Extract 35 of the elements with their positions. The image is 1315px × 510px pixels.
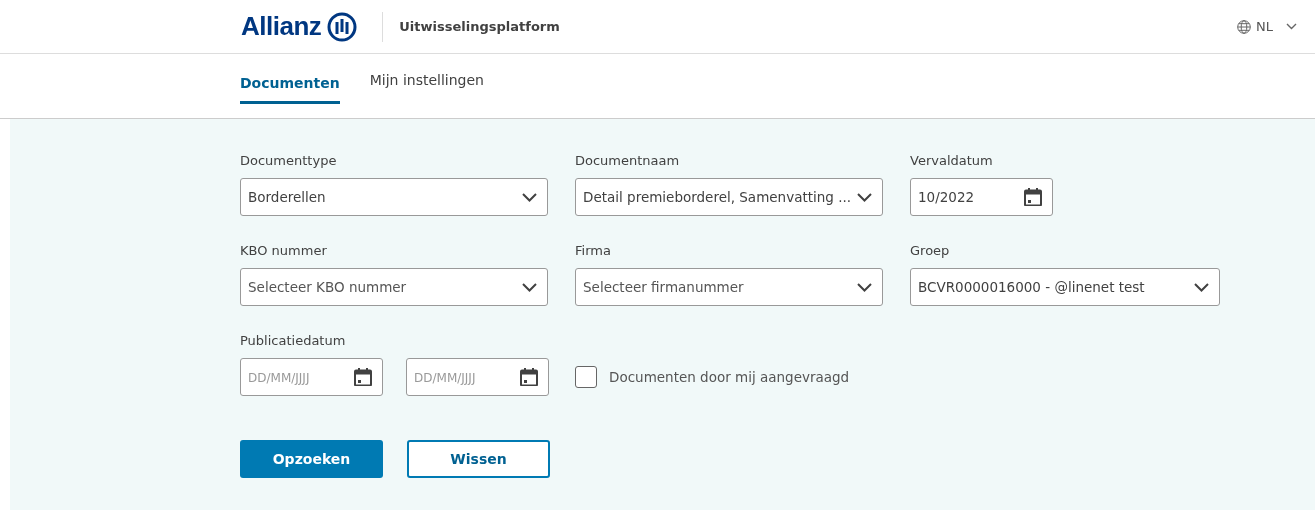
tab[interactable]: Mijn instellingen [369,72,484,104]
caret-icon [857,282,872,292]
date-field[interactable]: DD/MM/JJJJ [406,358,549,396]
app-title: Uitwisselingsplatform [399,19,560,34]
field-label: Vervaldatum [910,153,994,170]
calendar-icon [1024,188,1042,206]
date-field[interactable]: DD/MM/JJJJ [240,358,383,396]
calendar-icon [354,368,372,386]
tab[interactable]: Documenten [240,75,340,104]
dropdown[interactable]: Selecteer KBO nummer [240,268,548,306]
logo-icon [327,11,358,42]
calendar-icon [520,368,538,386]
date-field[interactable]: 10/2022 [910,178,1053,216]
language-selector[interactable]: NL [1237,19,1297,34]
field-label: Documentnaam [575,153,681,170]
search-button[interactable]: Opzoeken [240,440,383,478]
caret-icon [857,192,872,202]
dropdown[interactable]: Borderellen [240,178,548,216]
logo-text: Allianz [241,11,322,42]
field-label: Documenttype [240,153,338,170]
field-label: Publicatiedatum [240,333,347,350]
globe-icon [1237,19,1252,34]
checkbox[interactable] [575,366,597,388]
field-label: Groep [910,243,951,260]
dropdown[interactable]: Selecteer firmanummer [575,268,883,306]
caret-icon [522,192,537,202]
dropdown[interactable]: BCVR0000016000 - @linenet test [910,268,1220,306]
field-label: KBO nummer [240,243,328,260]
caret-icon [1194,282,1209,292]
caret-icon [522,282,537,292]
checkbox-label: Documenten door mij aangevraagd [609,369,850,385]
dropdown[interactable]: Detail premieborderel, Samenvatting ... [575,178,883,216]
clear-button[interactable]: Wissen [407,440,550,478]
chevron-down-icon [1286,23,1297,30]
field-label: Firma [575,243,612,260]
